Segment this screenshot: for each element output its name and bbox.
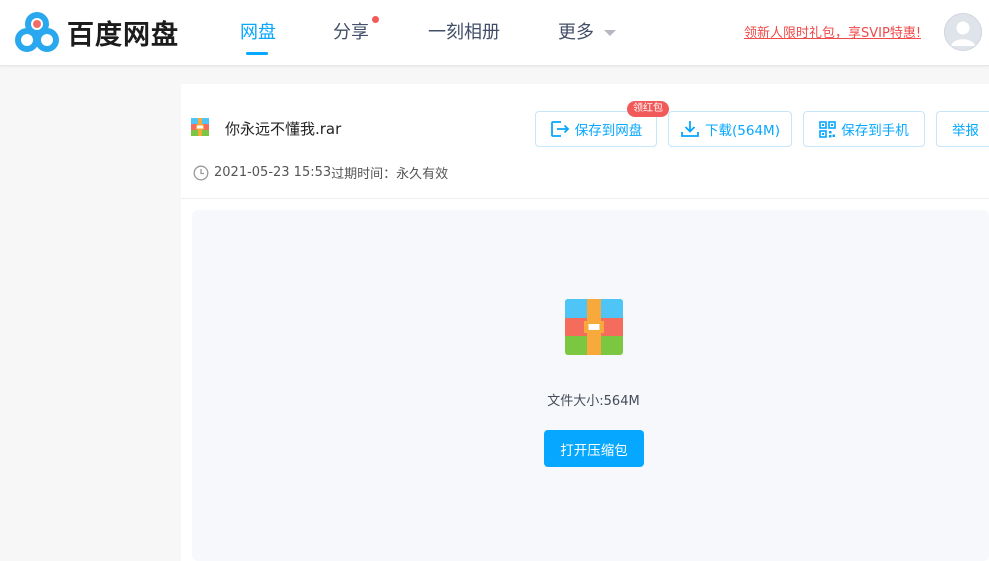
download-button[interactable]: 下载(564M): [668, 111, 792, 147]
expire-value: 永久有效: [396, 167, 449, 182]
file-name: 你永远不懂我.rar: [225, 120, 342, 138]
red-packet-badge: 领红包: [627, 101, 669, 117]
rar-archive-large-icon: [565, 299, 623, 355]
user-avatar-icon: [951, 21, 975, 46]
open-archive-button[interactable]: 打开压缩包: [544, 430, 644, 467]
rar-archive-icon: [191, 118, 209, 136]
promo-link[interactable]: 领新人限时礼包，享SVIP特惠!: [744, 22, 921, 41]
save-export-icon: [550, 121, 570, 137]
nav-item-netdisk[interactable]: 网盘: [240, 18, 276, 44]
save-to-phone-button[interactable]: 保存到手机: [803, 111, 925, 147]
share-date: 2021-05-23 15:53: [214, 165, 332, 180]
download-label: 下载(564M): [705, 123, 780, 139]
nav-active-indicator: [246, 52, 268, 55]
file-size: 文件大小:564M: [547, 394, 640, 409]
chevron-down-icon: [604, 30, 616, 36]
notification-dot: [372, 16, 379, 23]
logo[interactable]: 百度网盘: [15, 12, 179, 52]
avatar[interactable]: [944, 13, 982, 51]
clock-icon: [193, 165, 209, 180]
save-to-disk-label: 保存到网盘: [574, 123, 643, 139]
share-file-panel: 你永远不懂我.rar 保存到网盘 领红包 下载(564M) 保存到手机 举报 2…: [181, 84, 989, 561]
nav-item-album[interactable]: 一刻相册: [428, 18, 500, 44]
nav-item-more[interactable]: 更多: [558, 18, 616, 44]
qrcode-icon: [819, 120, 837, 138]
share-meta: 2021-05-23 15:53 过期时间： 永久有效: [193, 163, 448, 182]
nav-item-share[interactable]: 分享: [333, 18, 369, 44]
logo-text: 百度网盘: [67, 19, 179, 51]
baidu-netdisk-logo-icon: [15, 12, 59, 52]
expire-label: 过期时间：: [331, 167, 397, 182]
divider: [181, 198, 989, 199]
report-button[interactable]: 举报: [936, 111, 989, 147]
save-to-phone-label: 保存到手机: [841, 123, 909, 139]
nav-item-more-label: 更多: [558, 22, 594, 43]
top-navigation-bar: 百度网盘 网盘 分享 一刻相册 更多 领新人限时礼包，享SVIP特惠!: [0, 0, 989, 66]
report-label: 举报: [952, 123, 979, 139]
file-preview-area: 文件大小:564M 打开压缩包: [192, 210, 989, 561]
download-icon: [681, 121, 699, 137]
